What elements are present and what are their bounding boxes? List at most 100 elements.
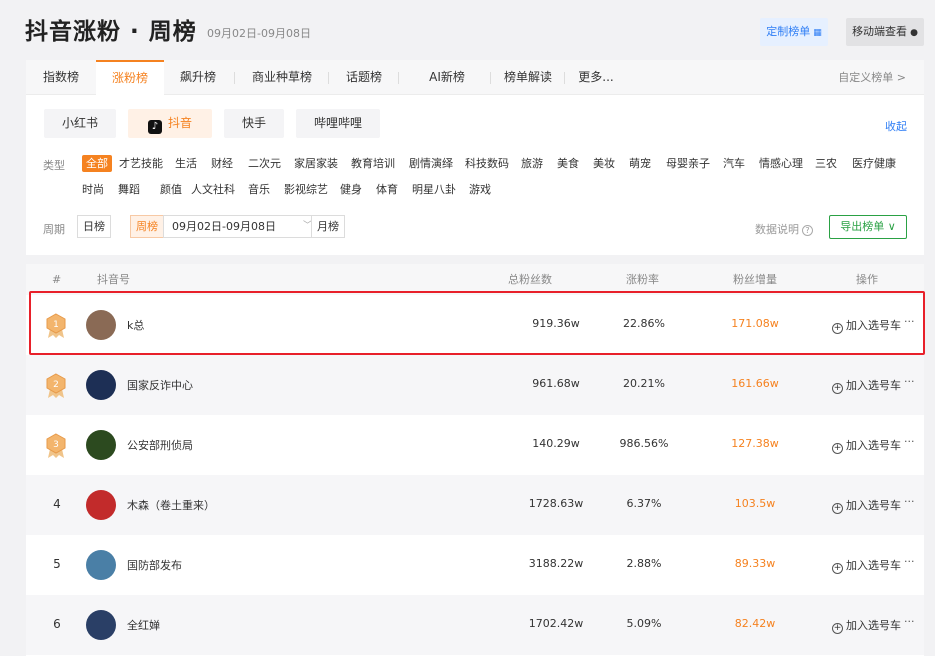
tab-rising[interactable]: 飙升榜 — [164, 60, 232, 95]
category-chip[interactable]: 美食 — [557, 155, 579, 172]
add-to-cart-button[interactable]: + 加入选号车 — [832, 437, 901, 454]
category-chip[interactable]: 财经 — [211, 155, 233, 172]
avatar[interactable] — [86, 370, 116, 400]
category-chip[interactable]: 医疗健康 — [852, 155, 896, 172]
tab-fans-growth[interactable]: 涨粉榜 — [96, 60, 164, 95]
week-date-value: 09月02日-09月08日 — [172, 220, 276, 233]
category-chip[interactable]: 二次元 — [248, 155, 281, 172]
avatar[interactable] — [86, 310, 116, 340]
add-to-cart-button[interactable]: + 加入选号车 — [832, 377, 901, 394]
add-to-cart-label: 加入选号车 — [846, 319, 901, 332]
platform-kuaishou[interactable]: 快手 — [224, 109, 284, 138]
rank-number: 4 — [53, 497, 61, 511]
header-total-fans: 总粉丝数 — [508, 273, 552, 286]
account-name[interactable]: 国家反诈中心 — [127, 377, 193, 393]
category-chip[interactable]: 情感心理 — [759, 155, 803, 172]
table-row[interactable]: 2 国家反诈中心 961.68w 20.21% 161.66w + 加入选号车 ··· — [26, 355, 924, 415]
growth-rate: 6.37% — [626, 497, 662, 510]
category-chip[interactable]: 美妆 — [593, 155, 615, 172]
category-chip[interactable]: 剧情演绎 — [409, 155, 453, 172]
avatar[interactable] — [86, 610, 116, 640]
category-chip[interactable]: 时尚 — [82, 181, 104, 198]
avatar[interactable] — [86, 550, 116, 580]
page-header: 抖音涨粉 · 周榜 09月02日-09月08日 定制榜单 ▦ 移动端查看 ● — [0, 0, 935, 60]
category-chip[interactable]: 全部 — [82, 155, 112, 172]
account-name[interactable]: 全红婵 — [127, 617, 160, 633]
category-chip[interactable]: 舞蹈 — [118, 181, 140, 198]
tab-interpretation[interactable]: 榜单解读 — [494, 60, 562, 95]
growth-rate: 22.86% — [623, 317, 665, 330]
category-chip[interactable]: 萌宠 — [629, 155, 651, 172]
mobile-view-label: 移动端查看 — [852, 25, 908, 38]
week-date-select[interactable]: 09月02日-09月08日 ﹀ — [163, 215, 321, 238]
tab-ai[interactable]: AI新榜 — [402, 60, 492, 95]
platform-xiaohongshu[interactable]: 小红书 — [44, 109, 116, 138]
avatar[interactable] — [86, 490, 116, 520]
period-month-button[interactable]: 月榜 — [311, 215, 345, 238]
add-to-cart-button[interactable]: + 加入选号车 — [832, 317, 901, 334]
category-chip[interactable]: 家居家装 — [294, 155, 338, 172]
category-chip[interactable]: 母婴亲子 — [666, 155, 710, 172]
category-chip[interactable]: 旅游 — [521, 155, 543, 172]
category-chip[interactable]: 人文社科 — [191, 181, 235, 198]
collapse-link[interactable]: 收起 — [885, 118, 907, 134]
more-icon[interactable]: ··· — [904, 555, 915, 568]
category-chip[interactable]: 教育培训 — [351, 155, 395, 172]
total-fans: 961.68w — [532, 377, 580, 390]
add-to-cart-button[interactable]: + 加入选号车 — [832, 617, 901, 634]
account-name[interactable]: 木森（卷土重来） — [127, 497, 215, 513]
table-row[interactable]: 3 公安部刑侦局 140.29w 986.56% 127.38w + 加入选号车 ··· — [26, 415, 924, 475]
data-help-label: 数据说明 — [755, 223, 799, 236]
header-action: 操作 — [856, 273, 878, 286]
tab-topics[interactable]: 话题榜 — [332, 60, 396, 95]
category-chip[interactable]: 影视综艺 — [284, 181, 328, 198]
custom-ranking-link[interactable]: 自定义榜单 > — [838, 60, 906, 95]
table-row[interactable]: 5 国防部发布 3188.22w 2.88% 89.33w + 加入选号车 ··· — [26, 535, 924, 595]
category-chip[interactable]: 游戏 — [469, 181, 491, 198]
header-rank: # — [52, 273, 62, 286]
category-chip[interactable]: 明星八卦 — [412, 181, 456, 198]
add-to-cart-button[interactable]: + 加入选号车 — [832, 557, 901, 574]
category-chip[interactable]: 音乐 — [248, 181, 270, 198]
account-name[interactable]: 公安部刑侦局 — [127, 437, 193, 453]
category-chip[interactable]: 科技数码 — [465, 155, 509, 172]
period-week-button[interactable]: 周榜 — [130, 215, 164, 238]
table-row[interactable]: 4 木森（卷土重来） 1728.63w 6.37% 103.5w + 加入选号车 ··· — [26, 475, 924, 535]
table-row[interactable]: 1 k总 919.36w 22.86% 171.08w + 加入选号车 ··· — [26, 295, 924, 355]
tab-index[interactable]: 指数榜 — [26, 60, 96, 95]
category-chip[interactable]: 生活 — [175, 155, 197, 172]
data-help-link[interactable]: 数据说明? — [755, 221, 813, 237]
account-name[interactable]: 国防部发布 — [127, 557, 182, 573]
avatar[interactable] — [86, 430, 116, 460]
more-icon[interactable]: ··· — [904, 495, 915, 508]
category-chip[interactable]: 三农 — [815, 155, 837, 172]
category-chip[interactable]: 健身 — [340, 181, 362, 198]
platform-douyin[interactable]: ♪ 抖音 — [128, 109, 212, 138]
mobile-view-button[interactable]: 移动端查看 ● — [846, 18, 924, 46]
custom-list-button[interactable]: 定制榜单 ▦ — [760, 18, 828, 46]
export-button[interactable]: 导出榜单 ∨ — [829, 215, 907, 239]
plus-circle-icon: + — [832, 383, 843, 394]
growth-rate: 986.56% — [619, 437, 669, 450]
category-chip[interactable]: 体育 — [376, 181, 398, 198]
tab-more[interactable]: 更多... — [568, 60, 624, 95]
fans-increase: 161.66w — [731, 377, 779, 390]
growth-rate: 5.09% — [626, 617, 662, 630]
category-chip[interactable]: 汽车 — [723, 155, 745, 172]
category-chip[interactable]: 才艺技能 — [119, 155, 163, 172]
medal-icon: 3 — [46, 433, 66, 458]
more-icon[interactable]: ··· — [904, 315, 915, 328]
export-label: 导出榜单 — [840, 220, 885, 233]
account-name[interactable]: k总 — [127, 317, 144, 333]
table-row[interactable]: 6 全红婵 1702.42w 5.09% 82.42w + 加入选号车 ··· — [26, 595, 924, 655]
category-chip[interactable]: 颜值 — [160, 181, 182, 198]
tab-commercial[interactable]: 商业种草榜 — [238, 60, 326, 95]
header-growth-rate: 涨粉率 — [626, 273, 659, 286]
more-icon[interactable]: ··· — [904, 435, 915, 448]
add-to-cart-button[interactable]: + 加入选号车 — [832, 497, 901, 514]
more-icon[interactable]: ··· — [904, 615, 915, 628]
more-icon[interactable]: ··· — [904, 375, 915, 388]
platform-bilibili[interactable]: 哔哩哔哩 — [296, 109, 380, 138]
period-day-button[interactable]: 日榜 — [77, 215, 111, 238]
medal-rank: 3 — [53, 440, 59, 450]
